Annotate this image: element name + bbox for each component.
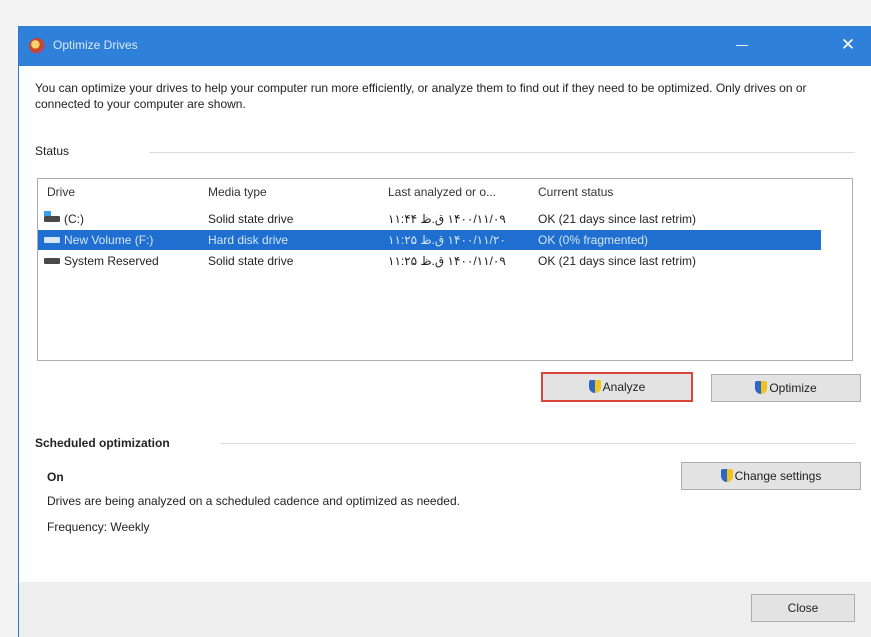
last-analyzed: ۱۴۰۰/۱۱/۲۰ ق.ظ ۱۱:۲۵: [388, 233, 506, 247]
column-header-last-analyzed[interactable]: Last analyzed or o...: [388, 185, 496, 199]
optimize-drives-icon: [29, 38, 45, 54]
window-title: Optimize Drives: [53, 38, 138, 52]
schedule-description: Drives are being analyzed on a scheduled…: [47, 494, 460, 508]
drive-icon: [44, 258, 60, 264]
scheduled-optimization-label: Scheduled optimization: [35, 436, 170, 450]
intro-text: You can optimize your drives to help you…: [35, 81, 807, 111]
drives-list[interactable]: Drive Media type Last analyzed or o... C…: [37, 178, 853, 361]
close-button[interactable]: Close: [751, 594, 855, 622]
current-status: OK (21 days since last retrim): [538, 254, 697, 268]
optimize-button[interactable]: Optimize: [711, 374, 861, 402]
column-header-drive[interactable]: Drive: [47, 185, 75, 199]
analyze-button[interactable]: Analyze: [541, 372, 693, 402]
hdd-icon: [44, 237, 60, 243]
drive-name: New Volume (F:): [64, 233, 154, 247]
media-type: Solid state drive: [208, 254, 294, 268]
dialog-footer: Close: [19, 582, 871, 637]
schedule-state: On: [47, 470, 64, 484]
minimize-icon[interactable]: [719, 26, 765, 66]
media-type: Hard disk drive: [208, 233, 289, 247]
shield-icon: [720, 469, 733, 482]
analyze-label: Analyze: [602, 380, 646, 394]
status-divider: [149, 152, 855, 153]
last-analyzed: ۱۴۰۰/۱۱/۰۹ ق.ظ ۱۱:۲۵: [388, 254, 506, 268]
shield-icon: [588, 380, 601, 393]
change-settings-label: Change settings: [734, 469, 822, 483]
column-header-media-type[interactable]: Media type: [208, 185, 267, 199]
drive-name: (C:): [64, 212, 84, 226]
title-bar[interactable]: Optimize Drives ✕: [19, 26, 871, 66]
drive-row-f[interactable]: New Volume (F:) Hard disk drive ۱۴۰۰/۱۱/…: [38, 230, 821, 250]
optimize-label: Optimize: [769, 381, 817, 395]
media-type: Solid state drive: [208, 212, 294, 226]
os-drive-icon: [44, 211, 60, 222]
change-settings-button[interactable]: Change settings: [681, 462, 861, 490]
optimize-drives-window: Optimize Drives ✕ You can optimize your …: [18, 26, 871, 637]
close-window-button[interactable]: ✕: [825, 26, 871, 66]
scheduled-divider: [221, 443, 855, 444]
status-label: Status: [35, 144, 70, 158]
shield-icon: [755, 381, 768, 394]
schedule-frequency: Frequency: Weekly: [47, 520, 150, 534]
drive-row-c[interactable]: (C:) Solid state drive ۱۴۰۰/۱۱/۰۹ ق.ظ ۱۱…: [38, 209, 821, 229]
drive-name: System Reserved: [64, 254, 159, 268]
column-header-current-status[interactable]: Current status: [538, 185, 613, 199]
last-analyzed: ۱۴۰۰/۱۱/۰۹ ق.ظ ۱۱:۴۴: [388, 212, 506, 226]
current-status: OK (21 days since last retrim): [538, 212, 697, 226]
current-status: OK (0% fragmented): [538, 233, 649, 247]
drive-row-system-reserved[interactable]: System Reserved Solid state drive ۱۴۰۰/۱…: [38, 251, 821, 271]
